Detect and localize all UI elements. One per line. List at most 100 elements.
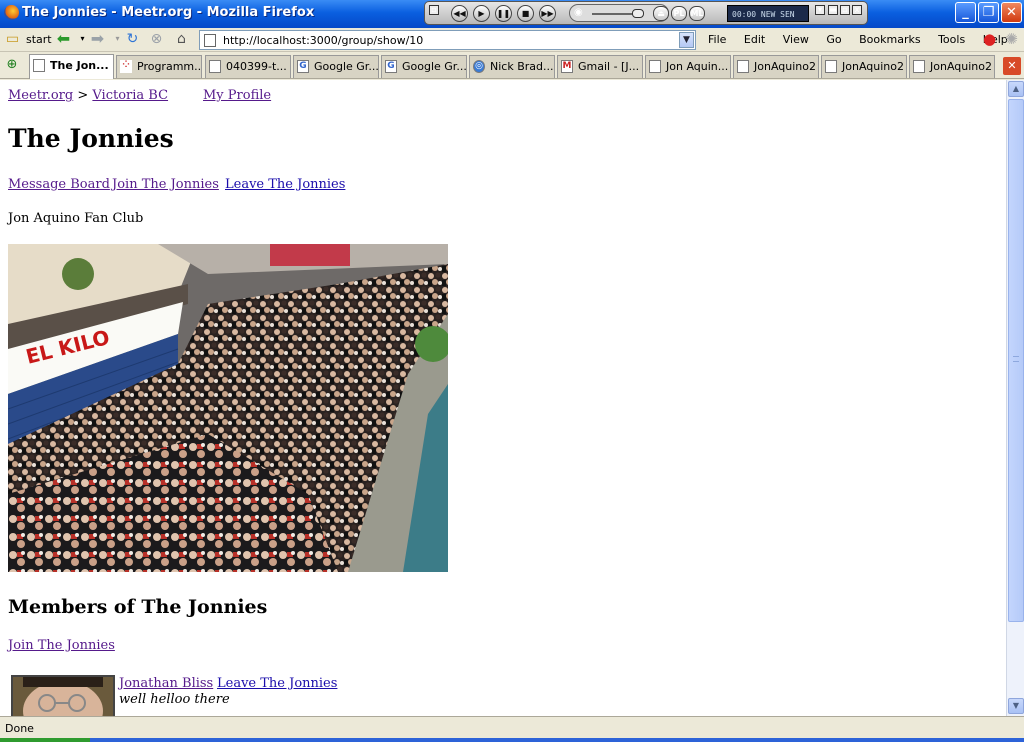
tab-label: Google Gr... xyxy=(314,60,379,73)
dots-icon: ⁘ xyxy=(120,60,132,73)
media-lcd-display: 00:00 NEW SEN xyxy=(727,5,809,22)
tab-040399[interactable]: 040399-t... xyxy=(205,55,291,78)
restore-button[interactable]: ❐ xyxy=(978,2,999,23)
firefox-icon xyxy=(4,5,19,20)
window-titlebar[interactable]: The Jonnies - Meetr.org - Mozilla Firefo… xyxy=(0,0,1024,28)
avatar[interactable] xyxy=(11,675,115,716)
media-minimize-icon[interactable]: ▬ xyxy=(828,5,838,15)
join-group-link[interactable]: Join The Jonnies xyxy=(112,177,219,192)
reload-icon[interactable]: ↻ xyxy=(124,31,141,48)
tab-the-jonnies[interactable]: The Jon... xyxy=(29,54,114,79)
folder-icon[interactable]: ▭ xyxy=(4,31,21,48)
navigation-toolbar: ▭ start ⬅ ▾ ➡ ▾ ↻ ⊗ ⌂ http://localhost:3… xyxy=(0,28,1024,52)
minimize-button[interactable]: _ xyxy=(955,2,976,23)
media-player-bar: ▫ ◀◀ ▶ ❚❚ ■ ▶▶ ◉ ⏏ PL ML 00:00 NEW SEN ▾… xyxy=(424,1,868,25)
tab-label: Jon Aquin... xyxy=(666,60,729,73)
stop-load-icon[interactable]: ⊗ xyxy=(148,31,165,48)
member-leave-link[interactable]: Leave The Jonnies xyxy=(217,676,337,691)
my-profile-link[interactable]: My Profile xyxy=(203,88,271,103)
members-join-link[interactable]: Join The Jonnies xyxy=(8,638,115,653)
window-title: The Jonnies - Meetr.org - Mozilla Firefo… xyxy=(22,5,315,20)
menu-tools[interactable]: Tools xyxy=(938,33,965,46)
scroll-thumb[interactable] xyxy=(1008,99,1024,622)
tab-label: Gmail - [J... xyxy=(578,60,640,73)
menu-edit[interactable]: Edit xyxy=(744,33,765,46)
tab-label: Google Gr... xyxy=(402,60,467,73)
back-arrow-icon[interactable]: ⬅ xyxy=(55,31,72,48)
media-pin-icon[interactable]: ▾ xyxy=(815,5,825,15)
speaker-icon: ◉ xyxy=(574,7,583,18)
volume-knob[interactable] xyxy=(632,9,644,18)
scroll-up-icon[interactable]: ▲ xyxy=(1008,81,1024,97)
breadcrumb-site-link[interactable]: Meetr.org xyxy=(8,88,73,103)
page-content: Meetr.org > Victoria BC My Profile The J… xyxy=(0,80,1006,716)
adblock-icon[interactable]: ● xyxy=(981,31,998,48)
new-tab-icon[interactable]: ⊕ xyxy=(2,57,22,75)
tab-jonaquino2-3[interactable]: JonAquino2 xyxy=(909,55,995,78)
status-bar: Done xyxy=(0,716,1024,738)
menu-file[interactable]: File xyxy=(708,33,726,46)
tab-google-groups-1[interactable]: G Google Gr... xyxy=(293,55,379,78)
media-close-icon[interactable]: x xyxy=(852,5,862,15)
url-bar[interactable]: http://localhost:3000/group/show/10 ▼ xyxy=(199,30,696,50)
breadcrumb-separator: > xyxy=(77,88,89,103)
play-icon[interactable]: ▶ xyxy=(473,5,490,22)
fast-forward-icon[interactable]: ▶▶ xyxy=(539,5,556,22)
tab-label: JonAquino2 xyxy=(754,60,816,73)
crowd-photo-image: EL KILO xyxy=(8,244,448,572)
tab-nick-bradbury[interactable]: ◎ Nick Brad... xyxy=(469,55,555,78)
vertical-scrollbar[interactable]: ▲ ▼ xyxy=(1006,80,1024,716)
tab-jonaquino2-1[interactable]: JonAquino2 xyxy=(733,55,819,78)
page-icon xyxy=(33,59,45,72)
menu-bar: File Edit View Go Bookmarks Tools Help xyxy=(708,33,1022,46)
menu-view[interactable]: View xyxy=(783,33,809,46)
close-tab-icon[interactable]: ✕ xyxy=(1003,57,1021,75)
tab-jonaquino2-2[interactable]: JonAquino2 xyxy=(821,55,907,78)
start-button[interactable]: start xyxy=(26,33,52,46)
tab-programming[interactable]: ⁘ Programm... xyxy=(116,55,202,78)
pause-icon[interactable]: ❚❚ xyxy=(495,5,512,22)
status-text: Done xyxy=(5,722,34,735)
page-icon xyxy=(913,60,925,73)
leave-group-link[interactable]: Leave The Jonnies xyxy=(225,177,345,192)
url-text[interactable]: http://localhost:3000/group/show/10 xyxy=(223,34,423,47)
tab-google-groups-2[interactable]: G Google Gr... xyxy=(381,55,467,78)
grip-icon xyxy=(1013,356,1019,362)
tab-label: Nick Brad... xyxy=(490,60,554,73)
message-board-link[interactable]: Message Board xyxy=(8,177,110,192)
playlist-button[interactable]: PL xyxy=(671,6,687,21)
forward-arrow-icon[interactable]: ➡ xyxy=(89,31,106,48)
tab-label: Programm... xyxy=(137,60,202,73)
google-icon: G xyxy=(385,60,397,73)
rewind-icon[interactable]: ◀◀ xyxy=(451,5,468,22)
member-status-text: well helloo there xyxy=(119,692,230,707)
stop-icon[interactable]: ■ xyxy=(517,5,534,22)
menu-bookmarks[interactable]: Bookmarks xyxy=(859,33,920,46)
media-menu-icon[interactable]: ▫ xyxy=(429,5,439,15)
page-icon xyxy=(649,60,661,73)
tab-label: The Jon... xyxy=(50,59,109,72)
tab-strip: ⊕ The Jon... ⁘ Programm... 040399-t... G… xyxy=(0,53,1024,79)
member-name-link[interactable]: Jonathan Bliss xyxy=(119,676,213,691)
eject-icon[interactable]: ⏏ xyxy=(653,6,669,21)
page-icon xyxy=(209,60,221,73)
taskbar-edge xyxy=(0,738,1024,742)
home-icon[interactable]: ⌂ xyxy=(173,31,190,48)
group-photo: EL KILO xyxy=(8,244,448,572)
breadcrumb: Meetr.org > Victoria BC xyxy=(8,88,168,103)
tab-label: 040399-t... xyxy=(226,60,287,73)
gmail-icon: M xyxy=(561,60,573,73)
media-restore-icon[interactable]: ▫ xyxy=(840,5,850,15)
close-button[interactable]: ✕ xyxy=(1001,2,1022,23)
media-library-button[interactable]: ML xyxy=(689,6,705,21)
scroll-down-icon[interactable]: ▼ xyxy=(1008,698,1024,714)
tab-jon-aquino[interactable]: Jon Aquin... xyxy=(645,55,731,78)
page-favicon-icon xyxy=(204,34,216,47)
breadcrumb-city-link[interactable]: Victoria BC xyxy=(92,88,168,103)
menu-go[interactable]: Go xyxy=(826,33,841,46)
google-icon: G xyxy=(297,60,309,73)
group-description: Jon Aquino Fan Club xyxy=(8,211,144,226)
tab-gmail[interactable]: M Gmail - [J... xyxy=(557,55,643,78)
throbber-icon: ✺ xyxy=(1005,30,1018,48)
url-dropdown-icon[interactable]: ▼ xyxy=(679,32,694,48)
